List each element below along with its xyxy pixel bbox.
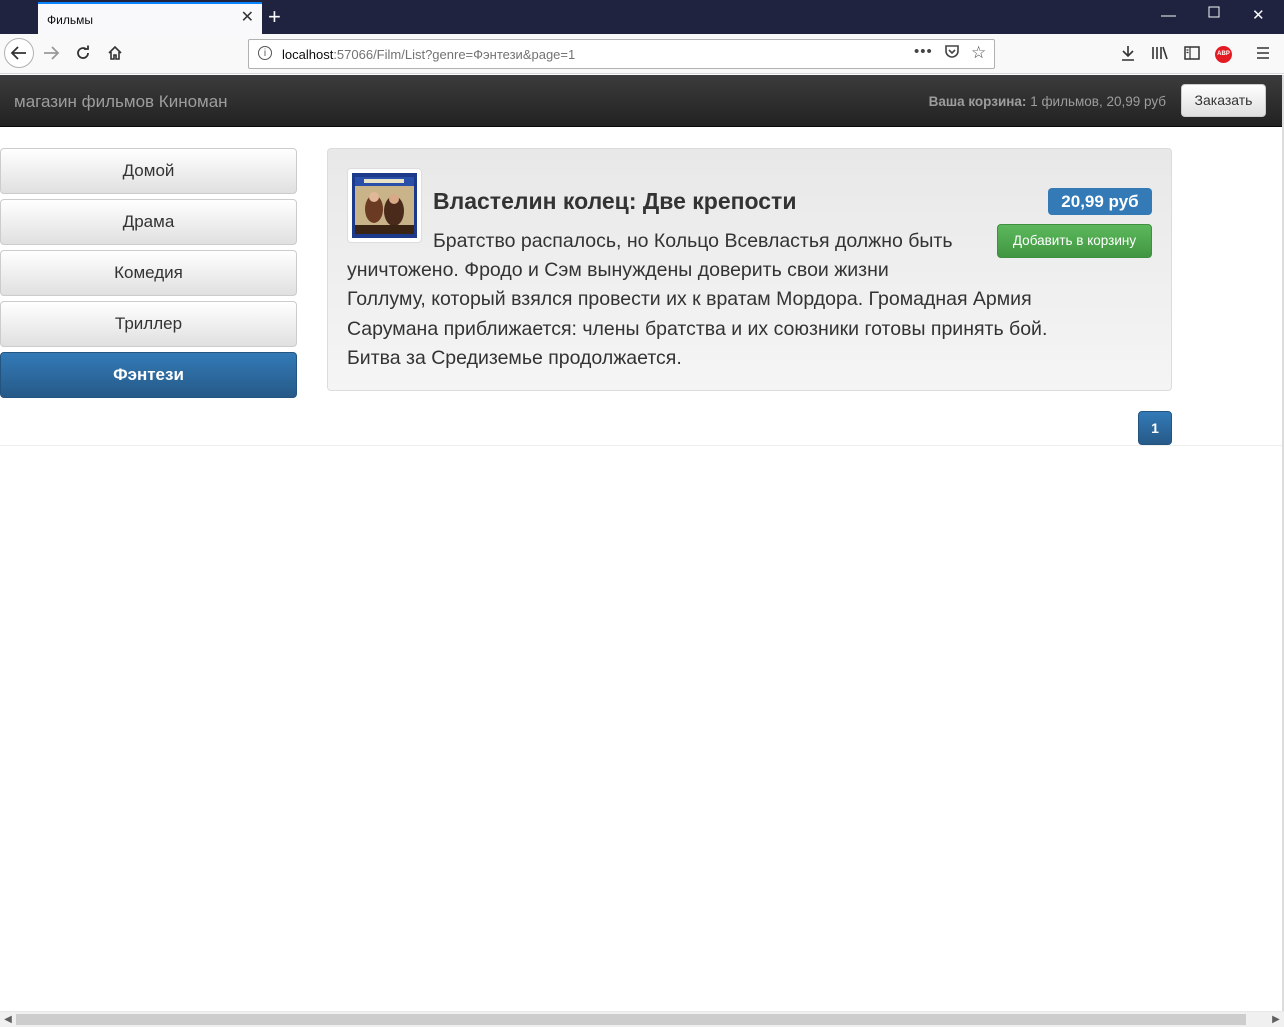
product-title: Властелин колец: Две крепости [433,188,797,214]
description-line: уничтожено. Фродо и Сэм вынуждены довери… [347,259,889,282]
cart-value: 1 фильмов, 20,99 руб [1030,94,1166,109]
minimize-icon[interactable]: — [1161,6,1176,26]
reload-icon[interactable] [70,40,96,66]
product-card: Властелин колец: Две крепости 20,99 руб … [327,148,1172,391]
scroll-right-icon[interactable]: ▶ [1268,1012,1284,1027]
url-bar[interactable]: i localhost:57066/Film/List?genre=Фэнтез… [248,39,995,69]
page-actions-icon[interactable]: ••• [914,43,933,60]
category-comedy-button[interactable]: Комедия [0,250,297,296]
new-tab-icon[interactable]: + [268,3,281,31]
site-info-icon[interactable]: i [258,46,272,60]
cart-summary: Ваша корзина: 1 фильмов, 20,99 руб [929,94,1166,109]
brand-link[interactable]: магазин фильмов Киноман [14,92,228,112]
bookmark-star-icon[interactable]: ☆ [971,43,986,63]
downloads-icon[interactable] [1115,40,1141,66]
url-text: localhost:57066/Film/List?genre=Фэнтези&… [282,47,576,62]
horizontal-scrollbar[interactable]: ◀ ▶ [0,1011,1284,1027]
description-line: Сарумана приближается: члены братства и … [347,317,1048,340]
category-fantasy-button[interactable]: Фэнтези [0,352,297,398]
price-badge: 20,99 руб [1048,188,1152,215]
scroll-left-icon[interactable]: ◀ [0,1012,16,1027]
checkout-button[interactable]: Заказать [1181,84,1266,117]
scrollbar-thumb[interactable] [16,1014,1246,1025]
description-line: Голлуму, который взялся провести их к вр… [347,288,1032,311]
browser-tab[interactable]: Фильмы ✕ [38,2,262,34]
menu-hamburger-icon[interactable] [1250,40,1276,66]
close-window-icon[interactable]: ✕ [1252,6,1265,26]
category-home-button[interactable]: Домой [0,148,297,194]
cart-label: Ваша корзина: [928,94,1027,109]
add-to-cart-button[interactable]: Добавить в корзину [997,224,1152,258]
site-navbar: магазин фильмов Киноман Ваша корзина: 1 … [0,75,1282,127]
home-icon[interactable] [102,40,128,66]
back-arrow-icon[interactable] [4,38,34,68]
sidebar-toggle-icon[interactable] [1179,40,1205,66]
tab-title: Фильмы [47,13,93,27]
browser-toolbar: i localhost:57066/Film/List?genre=Фэнтез… [0,34,1284,74]
category-drama-button[interactable]: Драма [0,199,297,245]
forward-arrow-icon[interactable] [38,40,64,66]
description-line: Битва за Средиземье продолжается. [347,346,682,369]
adblock-icon[interactable]: ABP [1215,46,1232,63]
library-icon[interactable] [1147,40,1173,66]
maximize-icon[interactable] [1208,4,1220,24]
category-thriller-button[interactable]: Триллер [0,301,297,347]
page-link-1[interactable]: 1 [1138,411,1172,445]
tab-close-icon[interactable]: ✕ [241,9,254,27]
pocket-icon[interactable] [944,44,960,63]
browser-titlebar: Фильмы ✕ + — ✕ [0,0,1284,34]
divider [0,445,1284,446]
